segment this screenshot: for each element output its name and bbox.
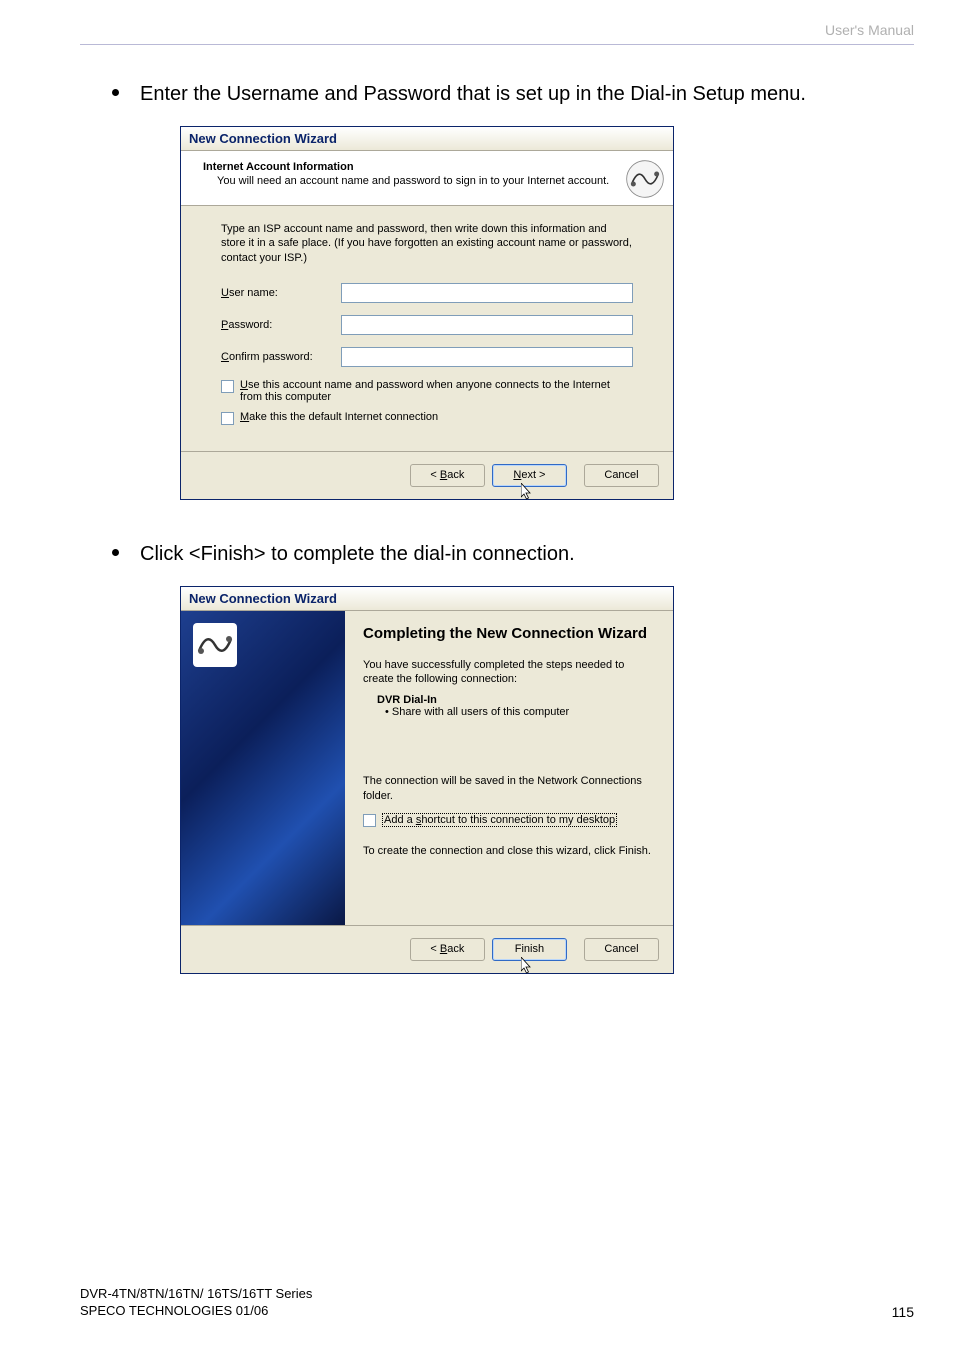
wizard2-titlebar: New Connection Wizard — [181, 587, 673, 611]
saved-text: The connection will be saved in the Netw… — [363, 774, 655, 803]
shortcut-checkbox[interactable] — [363, 814, 376, 827]
back-button[interactable]: < Back — [410, 464, 485, 487]
default-connection-label: Make this the default Internet connectio… — [240, 411, 438, 423]
default-connection-checkbox[interactable] — [221, 412, 234, 425]
wizard-account-info: New Connection Wizard Internet Account I… — [180, 126, 674, 500]
cancel-button[interactable]: Cancel — [584, 464, 659, 487]
shortcut-label: Add a shortcut to this connection to my … — [382, 813, 617, 827]
wizard1-instruction: Type an ISP account name and password, t… — [221, 222, 633, 265]
password-label: Password: — [221, 319, 341, 331]
wizard1-titlebar: New Connection Wizard — [181, 127, 673, 151]
connection-icon — [625, 159, 665, 199]
username-label: User name: — [221, 287, 341, 299]
bullet-1: Enter the Username and Password that is … — [140, 80, 914, 108]
use-account-checkbox[interactable] — [221, 380, 234, 393]
confirm-password-label: Confirm password: — [221, 351, 341, 363]
password-input[interactable] — [341, 315, 633, 335]
connection-name: DVR Dial-In — [377, 694, 655, 706]
bullet-2: Click <Finish> to complete the dial-in c… — [140, 540, 914, 568]
page-number: 115 — [892, 1304, 914, 1320]
confirm-password-input[interactable] — [341, 347, 633, 367]
wizard1-header-sub: You will need an account name and passwo… — [217, 175, 659, 187]
wizard1-buttons: < Back Next > Cancel — [181, 451, 673, 499]
finish-button[interactable]: Finish — [492, 938, 567, 961]
wizard1-header: Internet Account Information You will ne… — [181, 151, 673, 206]
share-line: • Share with all users of this computer — [385, 706, 655, 718]
wizard-completing: New Connection Wizard Completing the New… — [180, 586, 674, 974]
wizard1-header-title: Internet Account Information — [203, 161, 659, 173]
close-instruction: To create the connection and close this … — [363, 845, 655, 857]
wizard2-buttons: < Back Finish Cancel — [181, 925, 673, 973]
footer-line1: DVR-4TN/8TN/16TN/ 16TS/16TT Series — [80, 1286, 914, 1303]
page-footer: DVR-4TN/8TN/16TN/ 16TS/16TT Series SPECO… — [80, 1286, 914, 1320]
username-input[interactable] — [341, 283, 633, 303]
cancel-button-2[interactable]: Cancel — [584, 938, 659, 961]
page-header: User's Manual — [80, 22, 914, 45]
connection-icon — [191, 621, 239, 669]
wizard2-heading: Completing the New Connection Wizard — [363, 625, 655, 644]
footer-line2: SPECO TECHNOLOGIES 01/06 — [80, 1303, 914, 1320]
wizard2-sidebar-image — [181, 611, 345, 925]
wizard2-sub1: You have successfully completed the step… — [363, 658, 655, 687]
next-button[interactable]: Next > — [492, 464, 567, 487]
use-account-label: Use this account name and password when … — [240, 379, 633, 403]
back-button-2[interactable]: < Back — [410, 938, 485, 961]
